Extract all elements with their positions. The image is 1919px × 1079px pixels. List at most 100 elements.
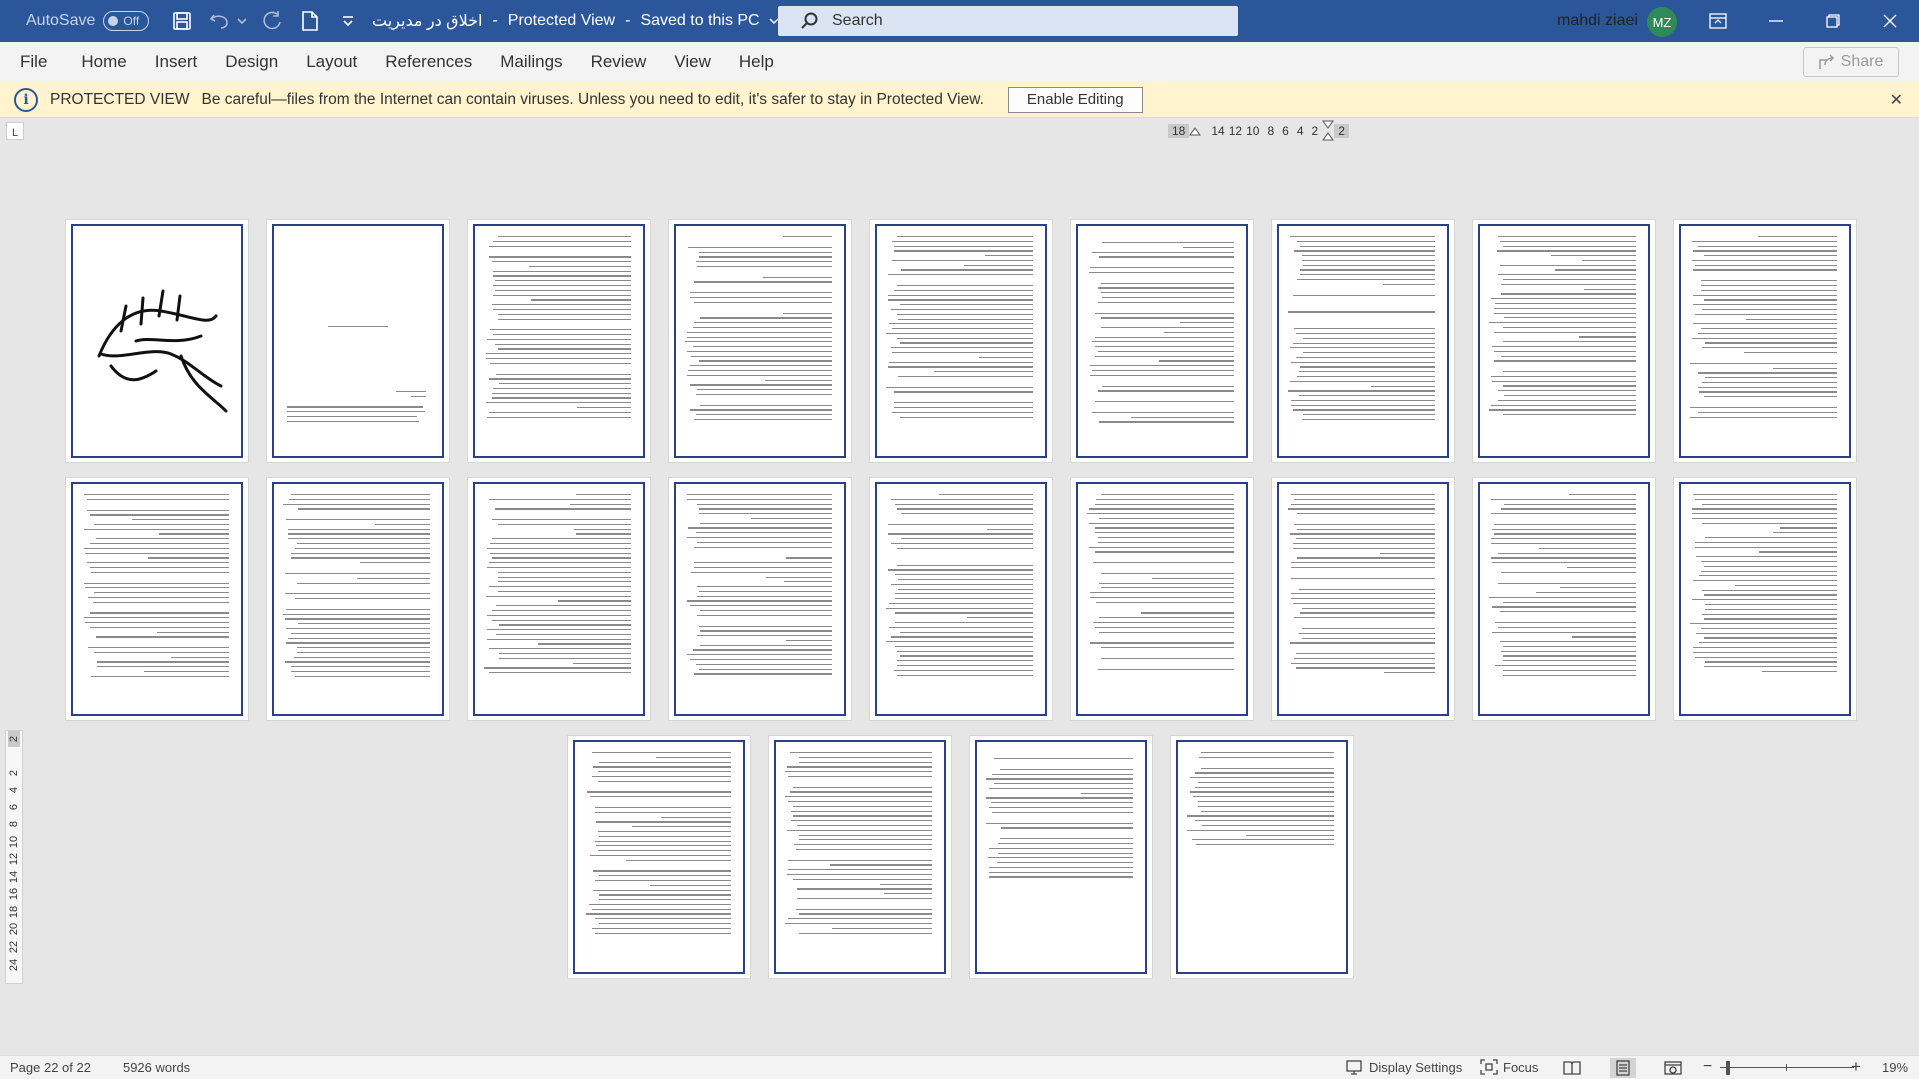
page-border	[1176, 740, 1348, 974]
page-border	[875, 482, 1047, 716]
tab-selector[interactable]: L	[6, 122, 24, 140]
page-border	[272, 482, 444, 716]
page-thumbnail[interactable]	[65, 219, 249, 463]
close-icon[interactable]	[1867, 0, 1913, 42]
page-border	[1478, 482, 1650, 716]
ruler-tick: 18	[1168, 124, 1190, 138]
page-thumbnail[interactable]	[1673, 219, 1857, 463]
share-button[interactable]: Share	[1803, 47, 1899, 77]
close-icon[interactable]: ✕	[1890, 90, 1903, 110]
protected-view-title: PROTECTED VIEW	[50, 90, 190, 108]
indent-marker-icon[interactable]	[1189, 126, 1202, 136]
tab-insert[interactable]: Insert	[141, 42, 212, 82]
page-thumbnail[interactable]	[467, 477, 651, 721]
avatar[interactable]: MZ	[1647, 7, 1677, 37]
zoom-out-button[interactable]: −	[1703, 1058, 1712, 1076]
calligraphy-image	[97, 289, 228, 413]
search-input[interactable]: Search	[778, 6, 1238, 36]
search-placeholder: Search	[832, 12, 883, 29]
info-icon: i	[14, 87, 38, 112]
page-thumbnail[interactable]	[1472, 477, 1656, 721]
restore-icon[interactable]	[1810, 0, 1856, 42]
tab-mailings[interactable]: Mailings	[486, 42, 576, 82]
page-thumbnail[interactable]	[1070, 477, 1254, 721]
page-thumbnail[interactable]	[668, 219, 852, 463]
tab-file[interactable]: File	[0, 42, 61, 82]
protected-view-bar: i PROTECTED VIEW Be careful—files from t…	[0, 82, 1919, 118]
tab-view[interactable]: View	[660, 42, 725, 82]
web-layout-icon[interactable]	[1660, 1058, 1686, 1078]
ruler-tick: 4	[8, 786, 20, 794]
page-thumbnail[interactable]	[266, 477, 450, 721]
redo-icon[interactable]	[257, 6, 287, 36]
page-thumbnail[interactable]	[567, 735, 751, 979]
ribbon-display-icon[interactable]	[1695, 0, 1741, 42]
page-thumbnail[interactable]	[1070, 219, 1254, 463]
page-thumbnail[interactable]	[65, 477, 249, 721]
autosave-toggle[interactable]: Off	[103, 11, 150, 31]
share-icon	[1818, 54, 1834, 69]
tab-references[interactable]: References	[371, 42, 486, 82]
ruler-tick: 14	[1211, 124, 1225, 138]
customize-qat-icon[interactable]	[333, 6, 363, 36]
page-thumbnail[interactable]	[1271, 219, 1455, 463]
page-thumbnail[interactable]	[1170, 735, 1354, 979]
page-border	[71, 224, 243, 458]
zoom-level[interactable]: 19%	[1882, 1060, 1908, 1075]
horizontal-ruler[interactable]: 18 14 12 10 8 6 4 2 2	[1168, 120, 1349, 142]
ruler-tick: 10	[8, 835, 20, 849]
ruler-tick: 2	[1311, 124, 1319, 138]
ruler-tick: 6	[8, 803, 20, 811]
ruler-tick: 12	[1228, 124, 1243, 138]
view-mode: Protected View	[507, 12, 616, 29]
page-border	[272, 224, 444, 458]
page-thumbnail[interactable]	[467, 219, 651, 463]
share-label: Share	[1840, 53, 1884, 70]
title-separator: -	[492, 12, 498, 29]
page-thumbnail[interactable]	[869, 219, 1053, 463]
page-count[interactable]: Page 22 of 22	[10, 1060, 91, 1075]
page-thumbnail[interactable]	[969, 735, 1153, 979]
hanging-indent-icon[interactable]	[1322, 120, 1335, 142]
page-thumbnail[interactable]	[668, 477, 852, 721]
page-thumbnail[interactable]	[768, 735, 952, 979]
tab-help[interactable]: Help	[725, 42, 788, 82]
page-thumbnail[interactable]	[1673, 477, 1857, 721]
tab-home[interactable]: Home	[61, 42, 140, 82]
page-border	[1478, 224, 1650, 458]
page-thumbnail[interactable]	[1271, 477, 1455, 721]
undo-dropdown-icon[interactable]	[235, 6, 249, 36]
page-thumbnail[interactable]	[266, 219, 450, 463]
save-status[interactable]: Saved to this PC	[640, 12, 759, 30]
print-layout-icon[interactable]	[1610, 1058, 1636, 1078]
tab-layout[interactable]: Layout	[292, 42, 371, 82]
read-mode-icon[interactable]	[1559, 1058, 1585, 1078]
enable-editing-button[interactable]: Enable Editing	[1007, 86, 1143, 113]
undo-icon[interactable]	[205, 6, 235, 36]
vertical-ruler[interactable]: 2 2 4 6 8 10 12 14 16 18 20 22 24	[5, 730, 23, 984]
minimize-icon[interactable]	[1753, 0, 1799, 42]
page-thumbnail[interactable]	[1472, 219, 1656, 463]
user-name[interactable]: mahdi ziaei	[1557, 0, 1638, 42]
ruler-tick: 10	[1246, 124, 1260, 138]
new-document-icon[interactable]	[295, 6, 325, 36]
focus-button[interactable]: Focus	[1480, 1059, 1538, 1075]
zoom-slider[interactable]	[1720, 1067, 1854, 1068]
page-border	[473, 224, 645, 458]
word-count[interactable]: 5926 words	[123, 1060, 190, 1075]
save-icon[interactable]	[167, 6, 197, 36]
ruler-tick: 24	[8, 958, 20, 972]
display-settings-label: Display Settings	[1369, 1059, 1463, 1075]
ruler-tick: 16	[8, 887, 20, 901]
zoom-slider-thumb[interactable]	[1726, 1061, 1730, 1075]
zoom-in-button[interactable]: +	[1851, 1057, 1861, 1077]
display-icon	[1346, 1060, 1362, 1075]
page-thumbnail[interactable]	[869, 477, 1053, 721]
tab-design[interactable]: Design	[211, 42, 292, 82]
display-settings-button[interactable]: Display Settings	[1346, 1059, 1462, 1075]
status-bar: Page 22 of 22 5926 words Display Setting…	[0, 1055, 1919, 1079]
page-border	[473, 482, 645, 716]
tab-review[interactable]: Review	[577, 42, 661, 82]
ruler-tick: 6	[1282, 124, 1289, 138]
page-border	[1277, 224, 1449, 458]
